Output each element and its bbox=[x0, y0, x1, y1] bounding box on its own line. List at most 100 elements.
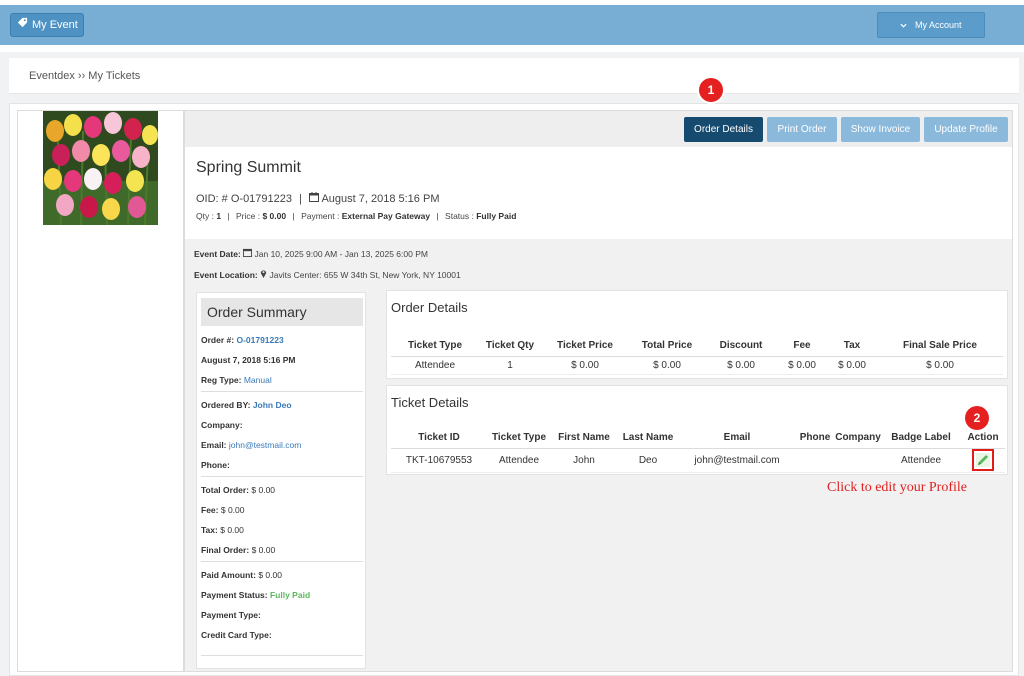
breadcrumb[interactable]: Eventdex ›› My Tickets bbox=[29, 70, 140, 82]
event-image-column bbox=[17, 110, 184, 672]
summary-reg-type: Reg Type: Manual bbox=[201, 375, 272, 385]
table-cell: John bbox=[551, 448, 617, 473]
table-cell: john@testmail.com bbox=[679, 448, 795, 473]
table-cell: $ 0.00 bbox=[777, 356, 827, 375]
my-account-label: My Account bbox=[914, 20, 962, 30]
price-label: Price : bbox=[236, 211, 263, 221]
action-cell bbox=[961, 448, 1005, 473]
order-main-area: Order Details Print Order Show Invoice U… bbox=[184, 110, 1013, 672]
column-header: Ticket Type bbox=[391, 336, 479, 357]
order-toolbar: Order Details Print Order Show Invoice U… bbox=[185, 111, 1012, 147]
column-header: First Name bbox=[551, 428, 617, 449]
phone-label: Phone: bbox=[201, 460, 230, 470]
summary-ordered-by: Ordered BY: John Deo bbox=[201, 400, 292, 410]
column-header: Ticket Type bbox=[487, 428, 551, 449]
print-order-button[interactable]: Print Order bbox=[767, 117, 837, 142]
ticket-panel: Order Details Print Order Show Invoice U… bbox=[9, 103, 1019, 676]
order-summary-heading: Order Summary bbox=[201, 298, 363, 326]
order-id-line: OID: # O-01791223 | August 7, 2018 5:16 … bbox=[196, 192, 440, 205]
order-details-button[interactable]: Order Details bbox=[684, 117, 763, 142]
column-header: Last Name bbox=[617, 428, 679, 449]
event-date-label: Event Date: bbox=[194, 249, 241, 259]
summary-credit-card-type: Credit Card Type: bbox=[201, 630, 272, 640]
qty-value: 1 bbox=[216, 211, 222, 221]
column-header: Email bbox=[679, 428, 795, 449]
ticket-details-title: Ticket Details bbox=[391, 395, 469, 410]
paid-amount-label: Paid Amount: bbox=[201, 570, 256, 580]
navbar-background: My Event My Account bbox=[0, 5, 1024, 45]
event-location-value: Javits Center: 655 W 34th St, New York, … bbox=[269, 270, 461, 280]
calendar-icon bbox=[309, 192, 319, 205]
event-summary-block: Spring Summit OID: # O-01791223 | August… bbox=[185, 147, 1012, 239]
reg-type-label: Reg Type: bbox=[201, 375, 242, 385]
order-details-card: Order Details Ticket Type Ticket Qty Tic… bbox=[386, 290, 1008, 379]
order-date-value: August 7, 2018 5:16 PM bbox=[201, 355, 296, 365]
summary-order-number: Order #: O-01791223 bbox=[201, 335, 284, 345]
calendar-icon bbox=[243, 248, 253, 259]
my-event-label: My Event bbox=[32, 19, 78, 31]
table-cell: $ 0.00 bbox=[877, 356, 1003, 375]
column-header: Ticket Price bbox=[541, 336, 629, 357]
table-header-row: Ticket Type Ticket Qty Ticket Price Tota… bbox=[391, 336, 1003, 357]
column-header: Total Price bbox=[629, 336, 705, 357]
table-cell: $ 0.00 bbox=[541, 356, 629, 375]
email-value[interactable]: john@testmail.com bbox=[229, 440, 301, 450]
fee-value: $ 0.00 bbox=[220, 505, 245, 515]
status-label: Status : bbox=[445, 211, 477, 221]
status-value: Fully Paid bbox=[476, 211, 517, 221]
total-order-label: Total Order: bbox=[201, 485, 250, 495]
tax-label: Tax: bbox=[201, 525, 218, 535]
step-marker-2: 2 bbox=[965, 406, 989, 430]
summary-divider bbox=[201, 561, 363, 562]
event-date-line: Event Date: Jan 10, 2025 9:00 AM - Jan 1… bbox=[194, 248, 428, 259]
my-account-button[interactable]: My Account bbox=[877, 12, 985, 38]
column-header: Company bbox=[835, 428, 881, 449]
show-invoice-button[interactable]: Show Invoice bbox=[841, 117, 920, 142]
paid-amount-value: $ 0.00 bbox=[258, 570, 282, 580]
payment-label: Payment : bbox=[301, 211, 342, 221]
event-date-value: Jan 10, 2025 9:00 AM - Jan 13, 2025 6:00… bbox=[254, 249, 428, 259]
order-number-value[interactable]: O-01791223 bbox=[236, 335, 283, 345]
pencil-icon bbox=[976, 453, 990, 467]
column-header: Badge Label bbox=[881, 428, 961, 449]
summary-phone: Phone: bbox=[201, 460, 230, 470]
my-event-button[interactable]: My Event bbox=[10, 13, 84, 37]
summary-fee: Fee: $ 0.00 bbox=[201, 505, 245, 515]
summary-payment-type: Payment Type: bbox=[201, 610, 261, 620]
order-number-label: Order #: bbox=[201, 335, 235, 345]
order-meta-line: Qty : 1 | Price : $ 0.00 | Payment : Ext… bbox=[196, 211, 517, 221]
tax-value: $ 0.00 bbox=[220, 525, 244, 535]
table-cell bbox=[795, 448, 835, 473]
total-order-value: $ 0.00 bbox=[251, 485, 276, 495]
step-marker-1: 1 bbox=[699, 78, 723, 102]
tag-icon bbox=[17, 14, 28, 36]
table-cell: TKT-10679553 bbox=[391, 448, 487, 473]
summary-final-order: Final Order: $ 0.00 bbox=[201, 545, 275, 555]
ordered-by-label: Ordered BY: bbox=[201, 400, 251, 410]
table-cell: $ 0.00 bbox=[705, 356, 777, 375]
table-row: TKT-10679553 Attendee John Deo john@test… bbox=[391, 448, 1005, 473]
order-datetime: August 7, 2018 5:16 PM bbox=[321, 193, 440, 205]
top-navbar: My Event My Account bbox=[0, 0, 1024, 52]
table-header-row: Ticket ID Ticket Type First Name Last Na… bbox=[391, 428, 1005, 449]
price-value: $ 0.00 bbox=[262, 211, 287, 221]
summary-email: Email: john@testmail.com bbox=[201, 440, 301, 450]
table-cell bbox=[835, 448, 881, 473]
column-header: Action bbox=[961, 428, 1005, 449]
summary-order-date: August 7, 2018 5:16 PM bbox=[201, 355, 295, 365]
summary-company: Company: bbox=[201, 420, 243, 430]
edit-profile-hint: Click to edit your Profile bbox=[827, 480, 967, 495]
payment-type-label: Payment Type: bbox=[201, 610, 261, 620]
credit-card-type-label: Credit Card Type: bbox=[201, 630, 272, 640]
table-cell: $ 0.00 bbox=[629, 356, 705, 375]
summary-tax: Tax: $ 0.00 bbox=[201, 525, 244, 535]
ticket-details-card: Ticket Details Ticket ID Ticket Type Fir… bbox=[386, 385, 1008, 475]
table-cell: Deo bbox=[617, 448, 679, 473]
order-summary-card: Order Summary Order #: O-01791223 August… bbox=[196, 292, 366, 669]
summary-divider bbox=[201, 655, 363, 656]
update-profile-button[interactable]: Update Profile bbox=[924, 117, 1008, 142]
order-details-title: Order Details bbox=[391, 300, 468, 315]
table-cell: Attendee bbox=[487, 448, 551, 473]
column-header: Final Sale Price bbox=[877, 336, 1003, 357]
edit-profile-button[interactable] bbox=[972, 449, 994, 471]
